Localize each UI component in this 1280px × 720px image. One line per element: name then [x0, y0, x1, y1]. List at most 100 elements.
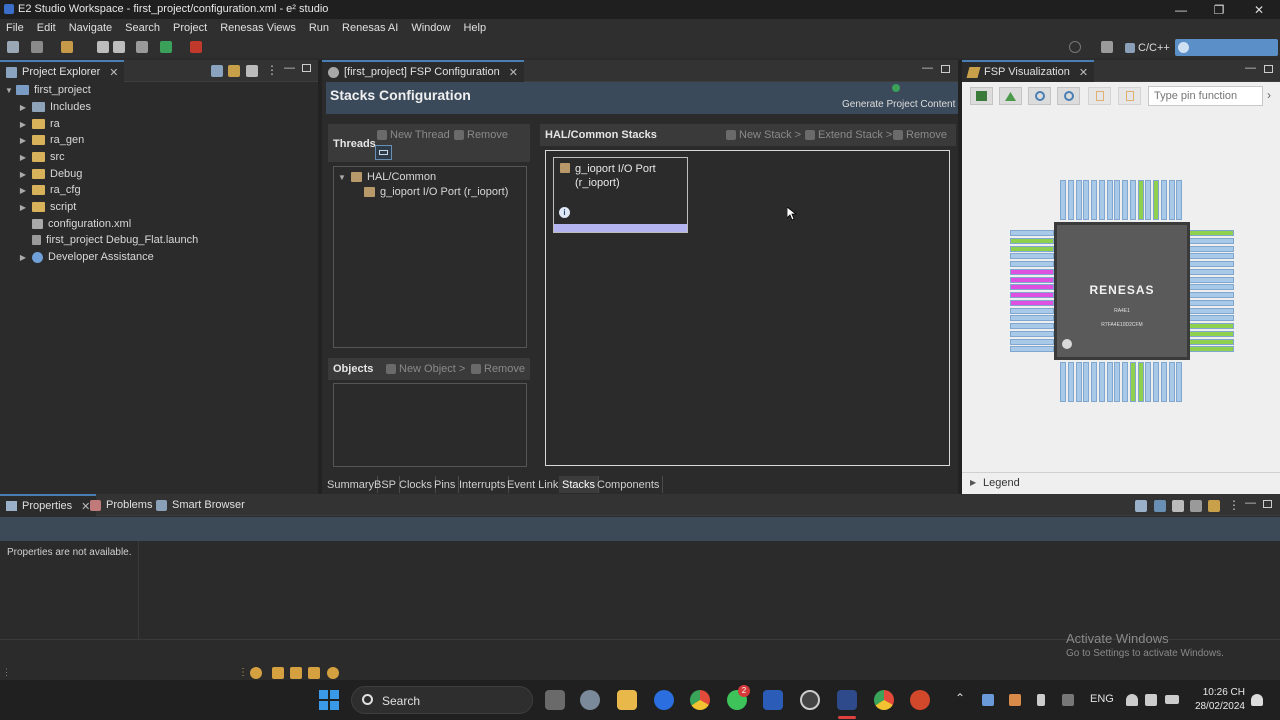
collapsed-chevron-icon[interactable]: ▶: [18, 253, 28, 262]
taskbar-search-box[interactable]: Search: [351, 686, 533, 714]
chip-pin[interactable]: [1010, 253, 1054, 260]
chip-body[interactable]: RENESAS RA4E1 R7FA4E10D2CFM: [1054, 222, 1190, 360]
chip-pin[interactable]: [1091, 180, 1097, 220]
chip-pin[interactable]: [1010, 245, 1054, 252]
maximize-view-icon[interactable]: [302, 64, 311, 72]
chip-pin[interactable]: [1188, 245, 1234, 252]
chip-pin[interactable]: [1188, 299, 1234, 306]
fit-view-button[interactable]: [999, 87, 1022, 105]
menu-edit[interactable]: Edit: [37, 22, 56, 34]
chip-pin[interactable]: [1114, 180, 1121, 220]
chip-pin[interactable]: [1010, 230, 1054, 236]
minimize-view-icon[interactable]: —: [284, 62, 295, 74]
chip-pin[interactable]: [1060, 180, 1066, 220]
chip-pin[interactable]: [1083, 362, 1090, 402]
view-menu-icon[interactable]: ⋮: [1228, 498, 1240, 512]
zoom-out-button[interactable]: [1028, 87, 1051, 105]
chip-pin[interactable]: [1106, 180, 1113, 220]
tab-fsp-configuration[interactable]: [first_project] FSP Configuration ✕: [322, 60, 524, 82]
tree-item-hal-common[interactable]: ▼ HAL/Common: [337, 169, 436, 185]
chip-pin[interactable]: [1145, 362, 1152, 402]
chip-pin[interactable]: [1168, 362, 1175, 402]
new-object-button[interactable]: New Object >: [386, 363, 465, 375]
collapse-all-icon[interactable]: [211, 65, 223, 77]
redo-icon[interactable]: [113, 41, 125, 53]
expanded-chevron-icon[interactable]: ▼: [337, 173, 347, 182]
tree-item-debug-launch[interactable]: first_project Debug_Flat.launch: [28, 232, 198, 248]
chip-pin[interactable]: [1188, 292, 1234, 298]
edit-icon[interactable]: [1208, 500, 1220, 512]
chip-pin[interactable]: [1010, 299, 1054, 306]
status-tool-icon[interactable]: [272, 667, 284, 679]
chip-pin[interactable]: [1122, 180, 1128, 220]
view-menu-icon[interactable]: ⋮: [266, 63, 278, 77]
chip-pin[interactable]: [1010, 261, 1054, 267]
chrome-icon[interactable]: [690, 690, 710, 710]
info-icon[interactable]: i: [559, 207, 570, 218]
chip-pin[interactable]: [1137, 180, 1144, 220]
maximize-button[interactable]: ❐: [1200, 0, 1238, 19]
chip-pin[interactable]: [1129, 362, 1136, 402]
chip-pin[interactable]: [1098, 180, 1105, 220]
language-indicator[interactable]: ENG: [1090, 693, 1114, 705]
menu-search[interactable]: Search: [125, 22, 160, 34]
status-tool-icon[interactable]: [308, 667, 320, 679]
chip-pin[interactable]: [1137, 362, 1144, 402]
remove-stack-button[interactable]: Remove: [893, 129, 947, 141]
word-icon[interactable]: [763, 690, 783, 710]
show-hidden-icons-chevron-icon[interactable]: ⌃: [955, 691, 965, 705]
extend-stack-button[interactable]: Extend Stack >: [805, 129, 892, 141]
fsp-perspective-button[interactable]: [1175, 39, 1278, 56]
whatsapp-icon[interactable]: 2: [727, 685, 750, 710]
status-tool-icon[interactable]: [327, 667, 339, 679]
chip-pin[interactable]: [1188, 284, 1234, 291]
filter-icon[interactable]: [246, 65, 258, 77]
collapsed-chevron-icon[interactable]: ▶: [18, 170, 28, 179]
new-thread-button[interactable]: New Thread: [377, 129, 450, 141]
chip-pin[interactable]: [1010, 330, 1054, 337]
volume-icon[interactable]: [1145, 694, 1157, 706]
menu-file[interactable]: File: [6, 22, 24, 34]
chip-pin[interactable]: [1188, 315, 1234, 322]
chip-pin[interactable]: [1153, 362, 1159, 402]
status-tool-icon[interactable]: [250, 667, 262, 679]
zalo-icon[interactable]: [654, 690, 674, 710]
tray-app-icon[interactable]: [982, 694, 994, 706]
chip-pin[interactable]: [1091, 362, 1097, 402]
chip-pin[interactable]: [1106, 362, 1113, 402]
chip-pin[interactable]: [1188, 276, 1234, 283]
chrome-icon[interactable]: [874, 690, 894, 710]
close-icon[interactable]: ✕: [1079, 66, 1088, 79]
collapsed-chevron-icon[interactable]: ▶: [18, 120, 28, 129]
tab-interrupts[interactable]: Interrupts: [456, 476, 510, 493]
tab-properties[interactable]: Properties ✕: [0, 494, 97, 516]
tab-project-explorer[interactable]: Project Explorer ✕: [0, 60, 125, 82]
settings-gear-icon[interactable]: [136, 41, 148, 53]
module-block-g-ioport[interactable]: g_ioport I/O Port (r_ioport) i: [553, 157, 688, 233]
task-view-icon[interactable]: [545, 690, 565, 710]
file-explorer-icon[interactable]: [617, 690, 637, 710]
chip-pin[interactable]: [1075, 362, 1082, 402]
tree-item-includes[interactable]: ▶ Includes: [18, 99, 91, 115]
chip-pin[interactable]: [1010, 307, 1054, 314]
collapsed-chevron-icon[interactable]: ▶: [18, 103, 28, 112]
minimize-view-icon[interactable]: —: [922, 62, 933, 74]
open-perspective-icon[interactable]: [1101, 41, 1113, 53]
menu-window[interactable]: Window: [411, 22, 450, 34]
keyboard-icon[interactable]: [1062, 694, 1074, 706]
legend-bar[interactable]: ▶ Legend: [962, 472, 1280, 494]
chip-pin[interactable]: [1188, 237, 1234, 244]
link-editor-icon[interactable]: [228, 65, 240, 77]
collapsed-chevron-icon[interactable]: ▶: [18, 153, 28, 162]
tree-item-configuration-xml[interactable]: configuration.xml: [28, 216, 131, 232]
show-categories-icon[interactable]: [1154, 500, 1166, 512]
minimize-button[interactable]: —: [1162, 0, 1200, 19]
chip-pin[interactable]: [1160, 362, 1167, 402]
chip-pin[interactable]: [1188, 230, 1234, 236]
collapsed-chevron-icon[interactable]: ▶: [18, 136, 28, 145]
chip-pin[interactable]: [1010, 315, 1054, 322]
chip-pin[interactable]: [1188, 268, 1234, 275]
tree-item-script[interactable]: ▶ script: [18, 199, 76, 215]
e2-studio-taskbar-icon[interactable]: [837, 690, 857, 710]
debug-icon[interactable]: [160, 41, 172, 53]
